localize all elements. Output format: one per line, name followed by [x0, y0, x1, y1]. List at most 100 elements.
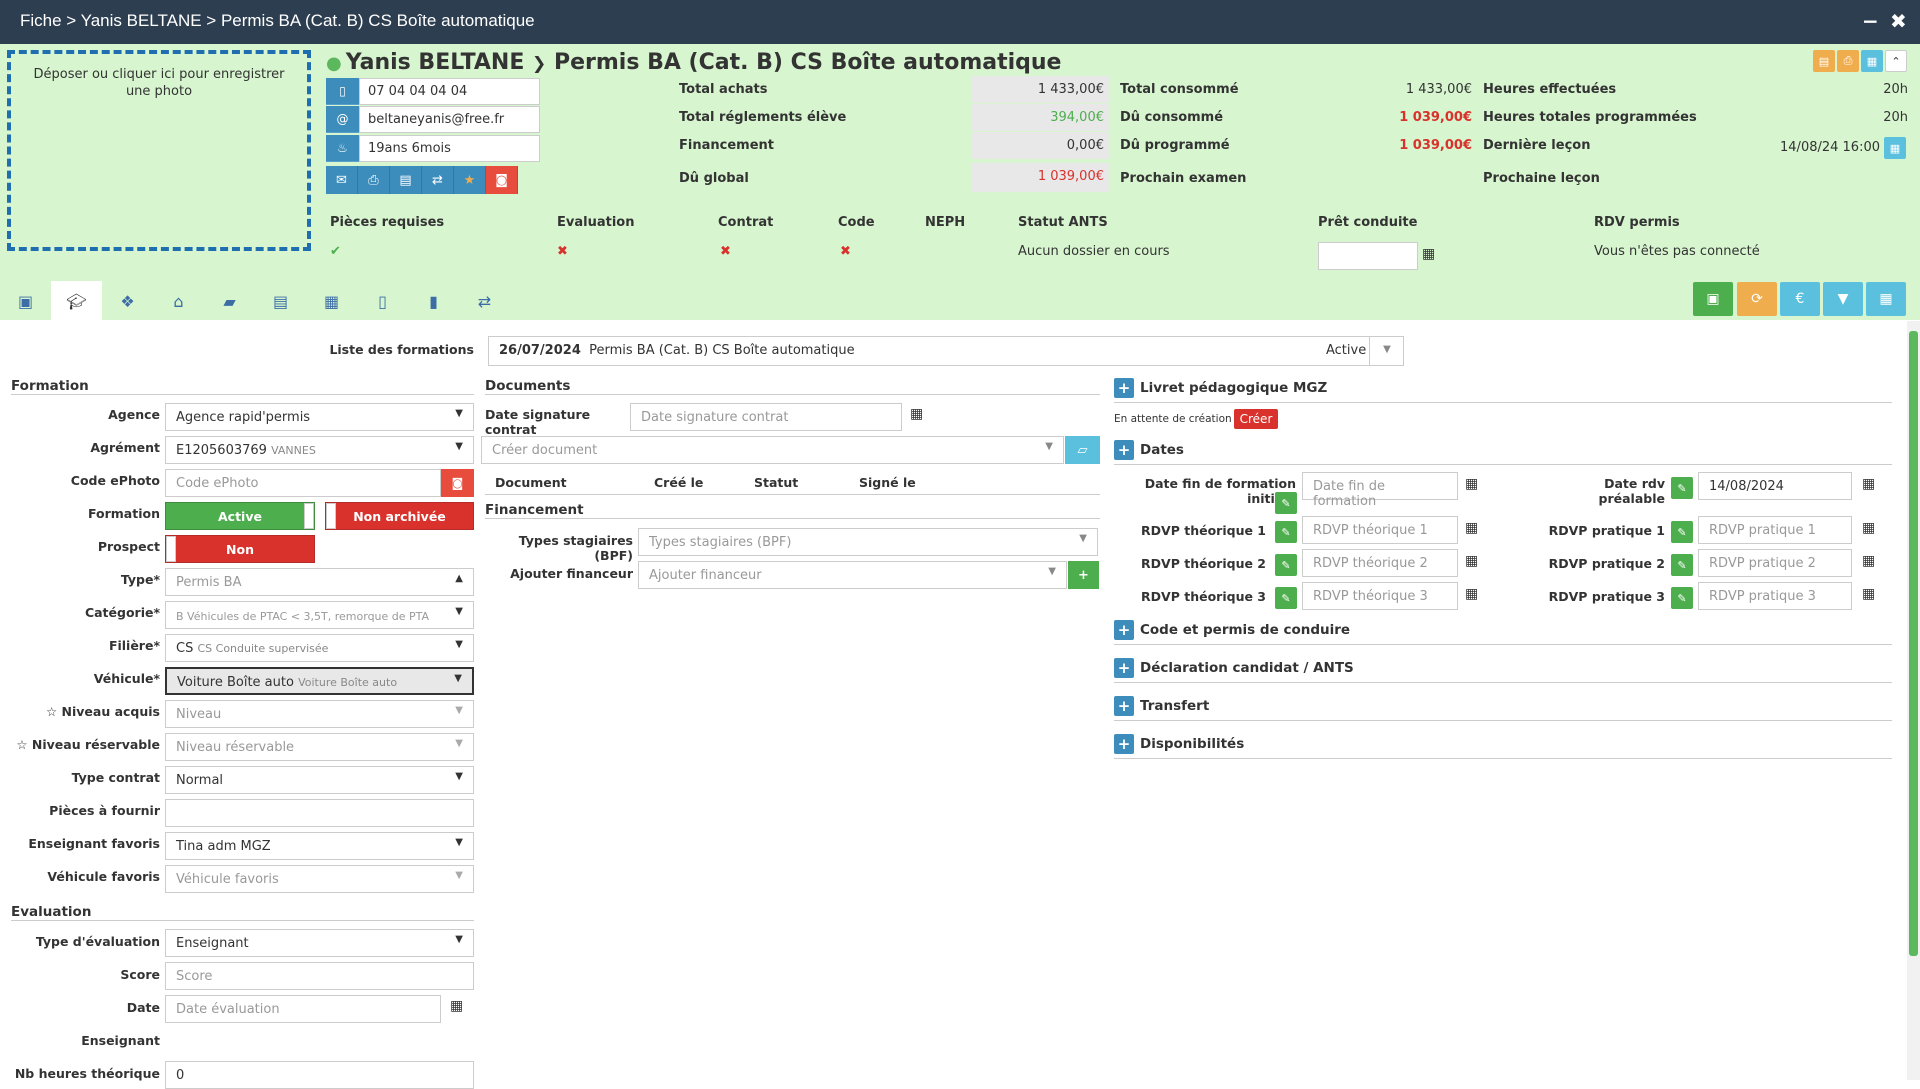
pencil-icon[interactable]: ✎ — [1671, 477, 1693, 499]
pieces-fournir-input[interactable] — [165, 799, 474, 827]
calendar-icon[interactable]: ▦ — [1465, 520, 1478, 536]
pencil-icon[interactable]: ✎ — [1275, 587, 1297, 609]
camera-icon[interactable]: ◙ — [486, 166, 518, 194]
print-icon[interactable]: ⎙ — [358, 166, 390, 194]
niveau-acquis-select[interactable]: Niveau ▼ — [165, 700, 474, 728]
rdvp-theorique-3-input[interactable]: RDVP théorique 3 — [1302, 582, 1458, 610]
prospect-toggle-handle[interactable] — [166, 536, 176, 562]
date-signature-input[interactable]: Date signature contrat — [630, 403, 902, 431]
reglements-label: Total réglements élève — [679, 110, 847, 125]
exchange-icon[interactable]: ⇄ — [459, 281, 510, 321]
ephoto-input[interactable]: Code ePhoto — [165, 469, 441, 497]
rdvp-pratique-3-input[interactable]: RDVP pratique 3 — [1698, 582, 1852, 610]
type-select[interactable]: Permis BA ▲ — [165, 568, 474, 596]
calendar-icon[interactable]: ▦ — [1465, 476, 1478, 492]
vehicule-favoris-select[interactable]: Véhicule favoris ▼ — [165, 865, 474, 893]
rdv-prealable-input[interactable]: 14/08/2024 — [1698, 472, 1852, 500]
active-toggle-handle[interactable] — [304, 503, 314, 529]
disponibilites-accordion[interactable]: + Disponibilités — [1114, 734, 1892, 759]
agrement-select[interactable]: E1205603769 VANNES ▼ — [165, 436, 474, 464]
transfert-accordion[interactable]: + Transfert — [1114, 696, 1892, 721]
score-input[interactable]: Score — [165, 962, 474, 990]
calendar-icon[interactable]: ▦ — [1422, 246, 1435, 262]
contact-card-icon[interactable]: ▣ — [0, 281, 51, 321]
pret-conduite-input[interactable] — [1318, 242, 1418, 270]
niveau-reservable-select[interactable]: Niveau réservable ▼ — [165, 733, 474, 761]
folder-open-icon[interactable]: ▱ — [1065, 436, 1100, 464]
graduation-cap-icon[interactable]: 🎓︎ — [51, 281, 102, 321]
id-card-icon[interactable]: ▤ — [255, 281, 306, 321]
star-icon[interactable]: ★ — [454, 166, 486, 194]
declaration-accordion[interactable]: + Déclaration candidat / ANTS — [1114, 658, 1892, 683]
active-toggle[interactable]: Active — [165, 502, 315, 530]
calendar-icon[interactable]: ▦ — [1465, 586, 1478, 602]
ajouter-financeur-select[interactable]: Ajouter financeur ▼ — [638, 561, 1067, 589]
calendar-icon[interactable]: ▦ — [1884, 137, 1906, 159]
euro-button[interactable]: € — [1780, 282, 1820, 316]
photo-dropzone[interactable]: Déposer ou cliquer ici pour enregistrer … — [7, 50, 311, 251]
rdvp-theorique-2-input[interactable]: RDVP théorique 2 — [1302, 549, 1458, 577]
pencil-icon[interactable]: ✎ — [1671, 521, 1693, 543]
clipboard-icon[interactable]: ▤ — [390, 166, 422, 194]
rdvp-pratique-2-input[interactable]: RDVP pratique 2 — [1698, 549, 1852, 577]
close-button[interactable]: ✖ — [1890, 9, 1907, 33]
filiere-select[interactable]: CS CS Conduite supervisée ▼ — [165, 634, 474, 662]
agence-select[interactable]: Agence rapid'permis ▼ — [165, 403, 474, 431]
dates-accordion[interactable]: + Dates — [1114, 440, 1892, 465]
email-value[interactable]: beltaneyanis@free.fr — [359, 106, 540, 133]
calendar-button[interactable]: ▦ — [1866, 282, 1906, 316]
calculator-icon[interactable]: ▦ — [306, 281, 357, 321]
prospect-toggle[interactable]: Non — [165, 535, 315, 563]
calendar-icon[interactable]: ▦ — [1465, 553, 1478, 569]
open-book-icon[interactable]: ▮ — [408, 281, 459, 321]
vehicule-select[interactable]: Voiture Boîte auto Voiture Boîte auto ▼ — [165, 667, 474, 695]
calendar-icon[interactable]: ▦ — [1862, 520, 1875, 536]
collapse-icon[interactable]: ⌃ — [1885, 50, 1907, 72]
creer-document-select[interactable]: Créer document ▼ — [481, 436, 1064, 464]
cubes-icon[interactable]: ❖ — [102, 281, 153, 321]
nb-heures-input[interactable]: 0 — [165, 1061, 474, 1089]
save-button[interactable]: ▣ — [1693, 282, 1733, 316]
calendar-icon[interactable]: ▦ — [450, 998, 463, 1014]
file-icon[interactable]: ▯ — [357, 281, 408, 321]
calendar-icon[interactable]: ▦ — [910, 406, 923, 422]
pencil-icon[interactable]: ✎ — [1671, 587, 1693, 609]
refresh-button[interactable]: ⟳ — [1737, 282, 1777, 316]
calendar-icon[interactable]: ▦ — [1861, 50, 1883, 72]
calendar-icon[interactable]: ▦ — [1862, 553, 1875, 569]
bank-icon[interactable]: ⌂ — [153, 281, 204, 321]
camera-icon[interactable]: ◙ — [441, 469, 474, 497]
pencil-icon[interactable]: ✎ — [1275, 492, 1297, 514]
add-financeur-button[interactable]: + — [1068, 561, 1099, 589]
pencil-icon[interactable]: ✎ — [1671, 554, 1693, 576]
code-permis-accordion[interactable]: + Code et permis de conduire — [1114, 620, 1892, 645]
types-stagiaires-select[interactable]: Types stagiaires (BPF) ▼ — [638, 528, 1098, 556]
rdvp-pratique-1-input[interactable]: RDVP pratique 1 — [1698, 516, 1852, 544]
formations-select[interactable]: 26/07/2024 Permis BA (Cat. B) CS Boîte a… — [488, 336, 1404, 366]
livret-accordion[interactable]: + Livret pédagogique MGZ — [1114, 378, 1892, 403]
scrollbar-thumb[interactable] — [1909, 331, 1918, 956]
type-contrat-select[interactable]: Normal ▼ — [165, 766, 474, 794]
archive-toggle-handle[interactable] — [326, 503, 336, 529]
clipboard-icon[interactable]: ▤ — [1813, 50, 1835, 72]
phone-value[interactable]: 07 04 04 04 04 — [359, 78, 540, 105]
print-icon[interactable]: ⎙ — [1837, 50, 1859, 72]
creer-livret-button[interactable]: Créer — [1234, 409, 1278, 429]
book-icon[interactable]: ▰ — [204, 281, 255, 321]
mail-icon[interactable]: ✉ — [326, 166, 358, 194]
date-fin-input[interactable]: Date fin de formation — [1302, 472, 1458, 509]
calendar-icon[interactable]: ▦ — [1862, 586, 1875, 602]
scrollbar[interactable] — [1907, 321, 1920, 1080]
archive-toggle[interactable]: Non archivée — [325, 502, 474, 530]
cart-button[interactable]: ▼ — [1823, 282, 1863, 316]
enseignant-favoris-select[interactable]: Tina adm MGZ ▼ — [165, 832, 474, 860]
pencil-icon[interactable]: ✎ — [1275, 521, 1297, 543]
pencil-icon[interactable]: ✎ — [1275, 554, 1297, 576]
eval-type-select[interactable]: Enseignant ▼ — [165, 929, 474, 957]
transfer-icon[interactable]: ⇄ — [422, 166, 454, 194]
eval-date-input[interactable]: Date évaluation — [165, 995, 441, 1023]
rdvp-theorique-1-input[interactable]: RDVP théorique 1 — [1302, 516, 1458, 544]
categorie-select[interactable]: B Véhicules de PTAC < 3,5T, remorque de … — [165, 601, 474, 629]
calendar-icon[interactable]: ▦ — [1862, 476, 1875, 492]
minimize-button[interactable]: − — [1862, 9, 1879, 33]
